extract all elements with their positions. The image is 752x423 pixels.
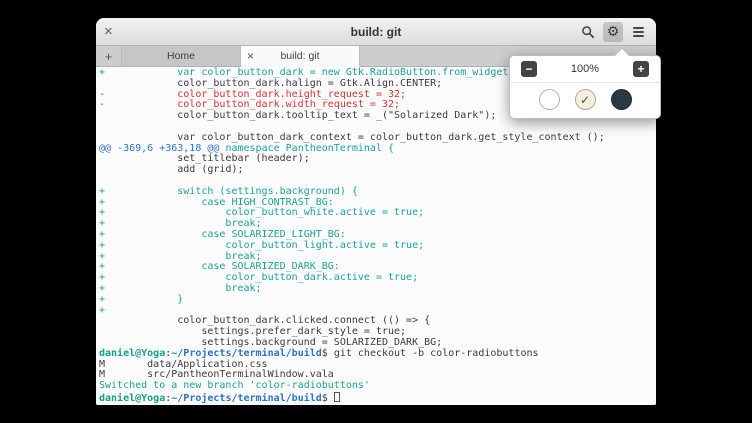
tab-build-git[interactable]: × build: git [241,46,360,67]
zoom-level: 100% [571,63,599,75]
theme-options: ✓ [510,83,660,118]
terminal-line: daniel@Yoga:~/Projects/terminal/build$ [99,392,653,405]
zoom-controls: − 100% + [510,56,660,83]
theme-option-solarized-dark[interactable] [611,89,632,110]
check-icon: ✓ [580,94,590,106]
tab-build-git-label: build: git [280,50,319,62]
terminal-line: + } [99,295,653,306]
theme-option-solarized-light[interactable]: ✓ [575,89,596,110]
tab-close-button[interactable]: × [247,46,254,66]
window-title: build: git [96,25,656,39]
headerbar: × build: git ⚙ [96,18,656,46]
popover-arrow [615,49,629,56]
settings-button[interactable]: ⚙ [603,22,623,42]
search-icon [581,25,595,39]
gear-icon: ⚙ [607,25,620,39]
zoom-out-button[interactable]: − [521,61,537,77]
tab-home[interactable]: Home [122,46,241,66]
zoom-in-button[interactable]: + [633,61,649,77]
window-close-button[interactable]: × [104,25,113,39]
terminal-line: add (grid); [99,165,653,176]
theme-option-high-contrast[interactable] [539,89,560,110]
terminal-line: Switched to a new branch 'color-radiobut… [99,381,653,392]
search-button[interactable] [578,22,598,42]
tab-home-label: Home [167,50,195,62]
settings-popover: − 100% + ✓ [509,55,661,119]
headerbar-actions: ⚙ [578,22,648,42]
menu-button[interactable] [628,22,648,42]
new-tab-button[interactable]: + [96,46,122,66]
terminal-cursor [334,392,340,402]
hamburger-icon [633,27,644,37]
